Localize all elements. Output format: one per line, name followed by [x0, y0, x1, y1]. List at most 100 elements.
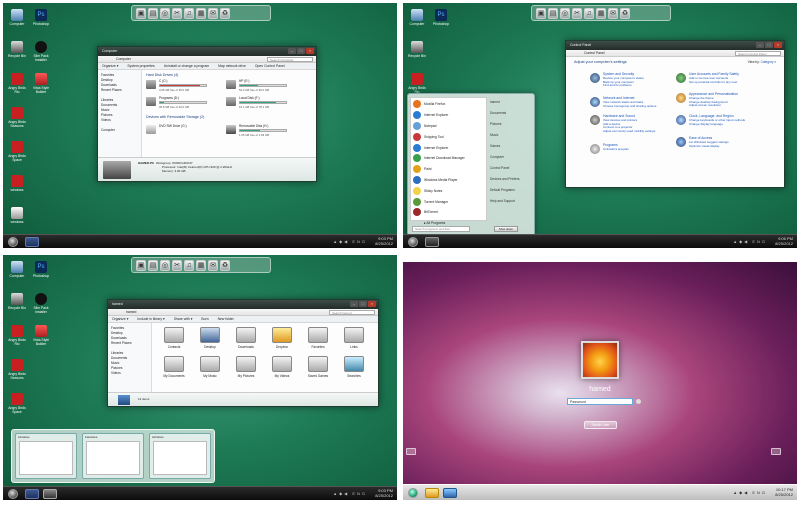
desktop-icon-angry-birds-space[interactable]: Angry Birds Space: [6, 393, 28, 414]
dock-music-icon[interactable]: ♫: [184, 8, 194, 19]
dock-music-icon[interactable]: ♫: [584, 8, 594, 19]
dock-folder-icon[interactable]: ▤: [548, 8, 558, 19]
dock-tools-icon[interactable]: ✂: [172, 8, 182, 19]
clock[interactable]: 9:03 PM 8/25/2012: [375, 488, 393, 498]
taskbar-folder-button[interactable]: [425, 488, 439, 498]
cp-item-links[interactable]: Change the theme Change desktop backgrou…: [689, 96, 727, 108]
folder-item[interactable]: Dropbox: [267, 327, 297, 349]
drive-item[interactable]: Programs (D:) 36.8 GB free of 40.0 GB: [146, 96, 216, 110]
program-item[interactable]: Paint: [413, 164, 484, 175]
dock-film-icon[interactable]: ◎: [560, 8, 570, 19]
place-item[interactable]: Documents: [490, 108, 531, 119]
place-item[interactable]: Computer: [490, 152, 531, 163]
desktop-icon-photoshop[interactable]: Ps Photoshop: [30, 261, 52, 278]
system-tray[interactable]: ▲◆◀ ENG: [733, 239, 767, 244]
maximize-button[interactable]: □: [765, 42, 773, 48]
cp-item-links[interactable]: Review your computer's status Back up yo…: [603, 76, 644, 88]
toolbar-system-properties[interactable]: System properties: [127, 63, 154, 69]
thumbnail-preview[interactable]: Favorites: [82, 433, 144, 479]
toolbar-map-drive[interactable]: Map network drive: [218, 63, 246, 69]
place-item[interactable]: Pictures: [490, 119, 531, 130]
program-item[interactable]: Internet Explorer: [413, 110, 484, 121]
desktop-icon-angry-birds-rio[interactable]: Angry Birds Rio: [406, 73, 428, 94]
taskbar-explorer-button[interactable]: [25, 489, 39, 499]
cp-programs[interactable]: Programs Uninstall a program: [590, 143, 678, 166]
shutdown-button[interactable]: Shut down: [494, 226, 518, 232]
taskbar-control-panel-button[interactable]: [425, 237, 439, 247]
program-item[interactable]: Notepad: [413, 121, 484, 132]
place-item[interactable]: Games: [490, 141, 531, 152]
place-item[interactable]: Control Panel: [490, 163, 531, 174]
dock-music-icon[interactable]: ♫: [184, 260, 194, 271]
dock-monitor-icon[interactable]: ▣: [536, 8, 546, 19]
cp-item-links[interactable]: Uninstall a program: [603, 147, 629, 152]
cp-system-security[interactable]: System and Security Review your computer…: [590, 72, 678, 95]
place-item[interactable]: Music: [490, 130, 531, 141]
desktop-icon-angry-birds-rio[interactable]: Angry Birds Rio: [6, 73, 28, 94]
taskbar-app-button[interactable]: [443, 488, 457, 498]
power-options-icon[interactable]: [771, 448, 781, 455]
folder-item[interactable]: Searches: [339, 356, 369, 378]
cp-item-links[interactable]: Let Windows suggest settings Optimize vi…: [689, 140, 729, 148]
desktop-icon-recycle-bin[interactable]: Recycle Bin: [6, 293, 28, 310]
nav-item[interactable]: Videos: [111, 371, 148, 376]
program-item[interactable]: Sticky Notes: [413, 185, 484, 196]
search-input[interactable]: Search Computer: [267, 57, 313, 62]
toolbar-new-folder[interactable]: New folder: [218, 316, 234, 322]
clock[interactable]: 9:06 PM 8/25/2012: [775, 236, 793, 246]
window-titlebar[interactable]: hamed – □ ×: [108, 300, 378, 309]
desktop-icon-computer[interactable]: Computer: [6, 9, 28, 26]
drive-item[interactable]: Removable Disk (H:) 1.05 GB free of 1.83…: [226, 124, 296, 138]
toolbar-organize[interactable]: Organize ▾: [112, 316, 128, 322]
program-item[interactable]: Mozilla Firefox: [413, 99, 484, 110]
cp-appearance[interactable]: Appearance and Personalization Change th…: [676, 92, 764, 115]
desktop-icon-angry-birds-space[interactable]: Angry Birds Space: [6, 141, 28, 162]
minimize-button[interactable]: –: [756, 42, 764, 48]
close-button[interactable]: ×: [368, 301, 376, 307]
toolbar-organize[interactable]: Organize ▾: [102, 63, 118, 69]
submit-arrow-icon[interactable]: [636, 399, 641, 404]
toolbar-control-panel[interactable]: Open Control Panel: [255, 63, 285, 69]
dock-folder-icon[interactable]: ▤: [148, 260, 158, 271]
clock[interactable]: 10:17 PM 8/25/2012: [775, 487, 793, 497]
folder-item[interactable]: My Documents: [159, 356, 189, 378]
dock-image-icon[interactable]: ▦: [196, 8, 206, 19]
search-input[interactable]: Search hamed: [329, 310, 375, 315]
folder-item[interactable]: Contacts: [159, 327, 189, 349]
dock-film-icon[interactable]: ◎: [160, 8, 170, 19]
toolbar-include-library[interactable]: Include in library ▾: [137, 316, 164, 322]
dock-mail-icon[interactable]: ✉: [208, 260, 218, 271]
close-button[interactable]: ×: [774, 42, 782, 48]
cp-item-links[interactable]: View devices and printers Add a device C…: [603, 118, 655, 133]
desktop-icon-windows-1[interactable]: windows: [6, 175, 28, 192]
taskbar-app-button[interactable]: [43, 489, 57, 499]
system-tray[interactable]: ▲◆◀ ENG: [333, 491, 367, 496]
view-by-selector[interactable]: View by: Category ▾: [748, 60, 776, 64]
drive-item[interactable]: HP (E:) 54.2 GB free of 90.0 GB: [226, 79, 296, 93]
dock-mail-icon[interactable]: ✉: [208, 8, 218, 19]
clock[interactable]: 9:03 PM 8/25/2012: [375, 236, 393, 246]
maximize-button[interactable]: □: [359, 301, 367, 307]
toolbar-burn[interactable]: Burn: [201, 316, 208, 322]
language-indicator[interactable]: ENG: [752, 239, 767, 244]
desktop-icon-slim-pack[interactable]: Slim Pack Installer: [30, 41, 52, 62]
desktop-icon-vista-style[interactable]: Vista Style Builder: [30, 73, 52, 94]
thumbnail-preview[interactable]: Libraries: [15, 433, 77, 479]
desktop-icon-angry-birds-rio[interactable]: Angry Birds Rio: [6, 325, 28, 346]
place-item[interactable]: Default Programs: [490, 185, 531, 196]
language-indicator[interactable]: ENG: [752, 490, 767, 495]
dock-image-icon[interactable]: ▦: [196, 260, 206, 271]
window-titlebar[interactable]: Control Panel – □ ×: [566, 41, 784, 50]
dock-trash-icon[interactable]: ♻: [620, 8, 630, 19]
desktop-icon-photoshop[interactable]: Ps Photoshop: [30, 9, 52, 26]
folder-item[interactable]: Saved Games: [303, 356, 333, 378]
tray-flag-icon[interactable]: ▲: [733, 490, 739, 495]
password-field[interactable]: Password: [567, 398, 633, 405]
dock-tools-icon[interactable]: ✂: [572, 8, 582, 19]
program-item[interactable]: Torrent Manager: [413, 196, 484, 207]
start-button[interactable]: [8, 237, 18, 247]
address-bar[interactable]: hamed Search hamed: [108, 309, 378, 316]
program-item[interactable]: Internet Download Manager: [413, 153, 484, 164]
folder-item[interactable]: Favorites: [303, 327, 333, 349]
window-titlebar[interactable]: Computer – □ ×: [98, 47, 316, 56]
